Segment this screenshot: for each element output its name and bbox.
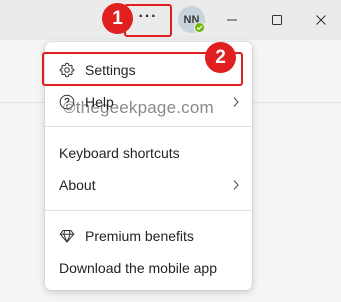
- menu-divider: [45, 126, 252, 127]
- menu-item-download-mobile-app[interactable]: Download the mobile app: [45, 253, 252, 283]
- diamond-icon: [59, 228, 75, 244]
- menu-item-keyboard-shortcuts-label: Keyboard shortcuts: [59, 145, 180, 161]
- menu-item-premium-benefits-label: Premium benefits: [85, 228, 194, 244]
- menu-item-about-label: About: [59, 177, 96, 193]
- chevron-right-icon: [231, 178, 241, 192]
- maximize-icon: [272, 15, 282, 25]
- close-button[interactable]: [306, 5, 336, 35]
- close-icon: [316, 15, 326, 25]
- menu-item-premium-benefits[interactable]: Premium benefits: [45, 221, 252, 251]
- menu-item-download-mobile-app-label: Download the mobile app: [59, 260, 217, 276]
- annotation-step-badge-2: 2: [205, 42, 236, 73]
- chevron-right-icon: [231, 95, 241, 109]
- menu-divider: [45, 210, 252, 211]
- presence-available-icon: [194, 22, 205, 33]
- annotation-step-badge-1: 1: [102, 3, 133, 34]
- minimize-icon: [227, 19, 237, 21]
- minimize-button[interactable]: [217, 5, 247, 35]
- maximize-button[interactable]: [262, 5, 292, 35]
- menu-item-about[interactable]: About: [45, 170, 252, 200]
- menu-item-keyboard-shortcuts[interactable]: Keyboard shortcuts: [45, 138, 252, 168]
- watermark: ©thegeekpage.com: [63, 98, 214, 117]
